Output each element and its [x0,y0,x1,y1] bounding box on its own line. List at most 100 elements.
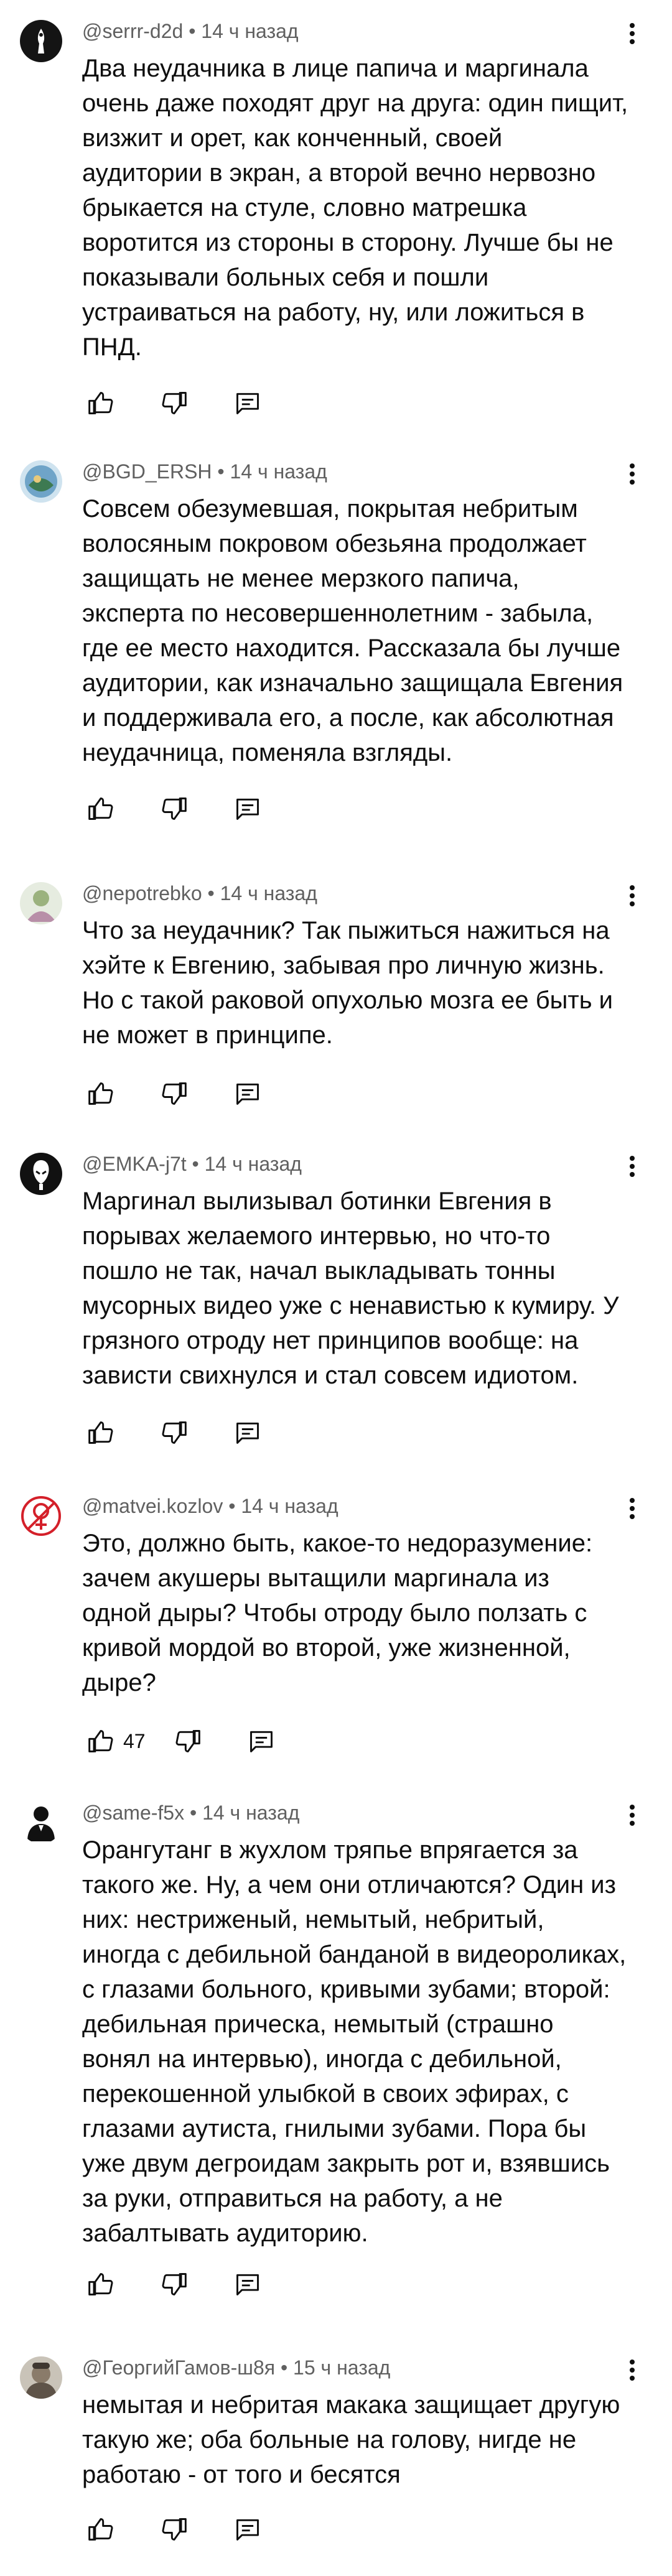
reply-button[interactable] [229,1075,266,1112]
reply-button[interactable] [229,1414,266,1451]
comment-text: Два неудачника в лице папича и маргинала… [82,55,628,361]
like-count: 47 [123,1729,146,1752]
reply-button[interactable] [229,790,266,827]
comment-actions [82,2511,266,2548]
more-options-button[interactable] [620,455,645,493]
dislike-button[interactable] [169,1723,207,1760]
more-options-button[interactable] [620,877,645,914]
thumbs-up-icon [88,797,113,820]
avatar[interactable] [20,460,62,503]
comment-author[interactable]: @ГеоргийГамов-ш8я [82,2356,275,2379]
comment-actions [82,1414,266,1451]
meta-separator: • [186,1153,205,1175]
more-options-button[interactable] [620,15,645,52]
comment-text: Маргинал вылизывал ботинки Евгения в пор… [82,1188,619,1389]
thumbs-down-icon [162,2273,187,2295]
comment-meta: @matvei.kozlov • 14 ч назад [82,1495,338,1518]
comment-text: Что за неудачник? Так пыжиться нажиться … [82,917,614,1049]
dislike-button[interactable] [156,1414,193,1451]
comment-text: Орангутанг в жухлом тряпье впрягается за… [82,1836,627,2247]
reply-button[interactable] [229,2266,266,2303]
reply-button[interactable] [229,384,266,422]
comment-time: 14 ч назад [201,20,299,42]
thumbs-down-icon [162,1082,187,1105]
reply-button[interactable] [229,2511,266,2548]
more-options-button[interactable] [620,2351,645,2389]
comment-time: 14 ч назад [230,460,327,483]
comment-time: 14 ч назад [202,1802,300,1824]
thumbs-up-icon [88,1421,113,1444]
comment-author[interactable]: @same-f5x [82,1802,184,1824]
like-button[interactable] [82,1414,119,1451]
more-options-button[interactable] [620,1490,645,1527]
comment-author[interactable]: @BGD_ERSH [82,460,212,483]
comment-text: Совсем обезумевшая, покрытая небритым во… [82,495,623,766]
like-button[interactable] [82,1723,119,1760]
thumbs-up-icon [88,2518,113,2541]
comment-time: 14 ч назад [220,882,317,904]
comment-author[interactable]: @nepotrebko [82,882,202,904]
thumbs-up-icon [88,2273,113,2295]
reply-icon [236,2519,259,2541]
kebab-menu-icon [630,463,635,485]
more-options-button[interactable] [620,1148,645,1185]
like-button[interactable] [82,384,119,422]
thumbs-down-icon [162,797,187,820]
dislike-button[interactable] [156,1075,193,1112]
meta-separator: • [202,882,220,904]
more-options-button[interactable] [620,1797,645,1834]
kebab-menu-icon [630,23,635,44]
thumbs-up-icon [88,1082,113,1105]
avatar[interactable] [20,20,62,62]
reply-icon [236,393,259,414]
comment-meta: @nepotrebko • 14 ч назад [82,882,317,905]
comment-actions [82,790,266,827]
thumbs-down-icon [162,392,187,414]
kebab-menu-icon [630,885,635,906]
kebab-menu-icon [630,1156,635,1177]
meta-separator: • [183,20,202,42]
comment-meta: @ГеоргийГамов-ш8я • 15 ч назад [82,2356,390,2379]
like-button[interactable] [82,1075,119,1112]
kebab-menu-icon [630,2360,635,2381]
like-button[interactable] [82,790,119,827]
dislike-button[interactable] [156,2511,193,2548]
dislike-button[interactable] [156,2266,193,2303]
thumbs-up-icon [88,1730,113,1752]
reply-icon [250,1731,273,1752]
comment-meta: @EMKA-j7t • 14 ч назад [82,1153,302,1176]
dislike-button[interactable] [156,790,193,827]
comment-author[interactable]: @serrr-d2d [82,20,183,42]
comment-meta: @BGD_ERSH • 14 ч назад [82,460,327,483]
thumbs-down-icon [175,1730,200,1752]
comment-author[interactable]: @matvei.kozlov [82,1495,223,1517]
comment-meta: @same-f5x • 14 ч назад [82,1802,299,1825]
comment-actions [82,1075,266,1112]
comment-text: Это, должно быть, какое-то недоразумение… [82,1530,593,1696]
avatar[interactable] [20,882,62,924]
meta-separator: • [212,460,230,483]
comment-time: 15 ч назад [293,2356,391,2379]
reply-icon [236,1422,259,1444]
comment-meta: @serrr-d2d • 14 ч назад [82,20,299,43]
meta-separator: • [184,1802,203,1824]
comment-time: 14 ч назад [204,1153,302,1175]
avatar[interactable] [20,1495,62,1537]
comment-actions [82,2266,266,2303]
comment-time: 14 ч назад [241,1495,338,1517]
comment-text: немытая и небритая макака защищает другу… [82,2391,620,2488]
meta-separator: • [275,2356,294,2379]
like-button[interactable] [82,2266,119,2303]
thumbs-down-icon [162,2518,187,2541]
like-button[interactable] [82,2511,119,2548]
avatar[interactable] [20,1802,62,1844]
reply-button[interactable] [243,1723,280,1760]
reply-icon [236,1083,259,1105]
dislike-button[interactable] [156,384,193,422]
comment-actions: 47 [82,1723,280,1760]
thumbs-up-icon [88,392,113,414]
kebab-menu-icon [630,1498,635,1519]
avatar[interactable] [20,1153,62,1195]
avatar[interactable] [20,2356,62,2399]
comment-author[interactable]: @EMKA-j7t [82,1153,187,1175]
